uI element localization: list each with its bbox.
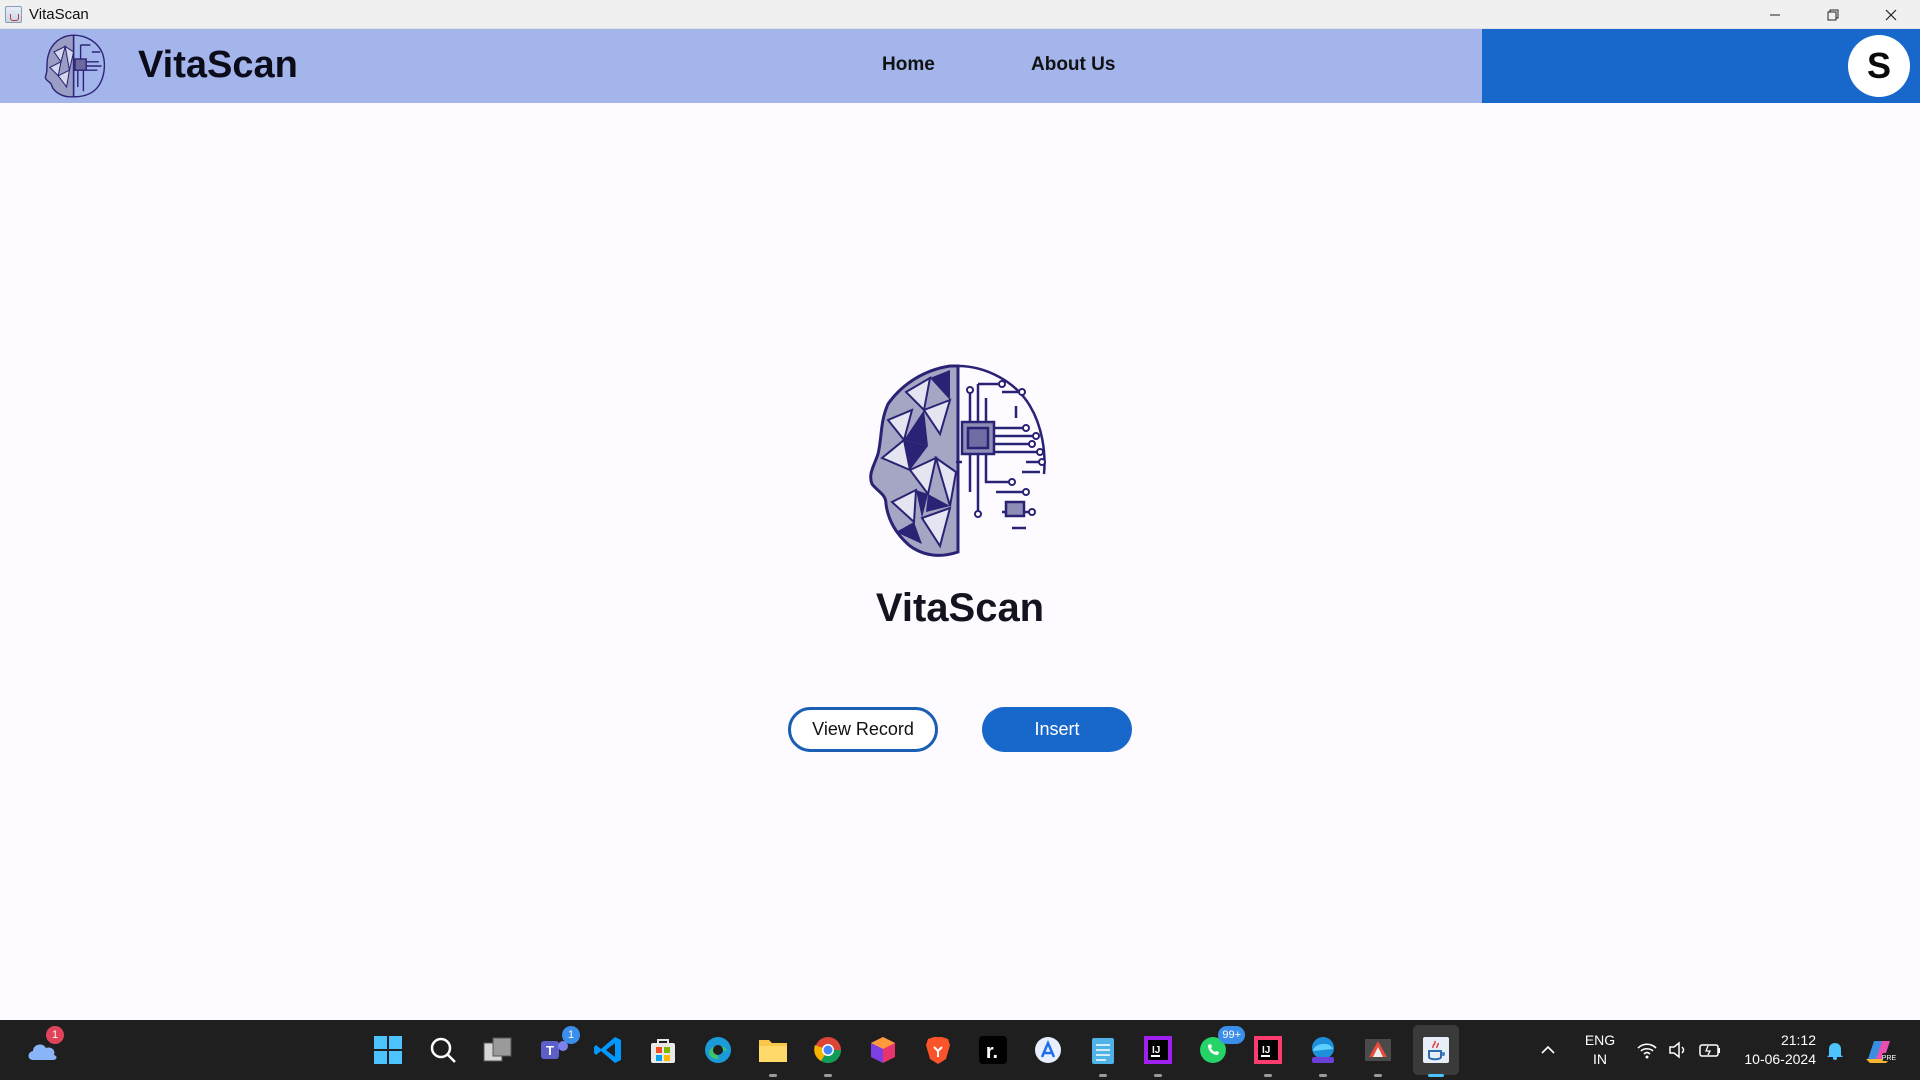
- svg-text:r.: r.: [986, 1041, 998, 1063]
- bell-icon: [1827, 1043, 1843, 1060]
- ide-app-icon[interactable]: [1360, 1032, 1396, 1077]
- volume-icon: [1669, 1041, 1685, 1059]
- show-hidden-icons-button[interactable]: [1540, 1020, 1556, 1080]
- intellij-icon[interactable]: IJ: [1250, 1032, 1286, 1077]
- java-app-icon[interactable]: [1418, 1032, 1454, 1077]
- replit-icon[interactable]: r.: [975, 1032, 1011, 1068]
- store-icon[interactable]: [645, 1032, 681, 1068]
- weather-badge: 1: [46, 1026, 64, 1044]
- wifi-icon: [1637, 1043, 1657, 1059]
- page-title: VitaScan: [875, 586, 1045, 630]
- brain-circuit-logo-icon: [869, 364, 1046, 557]
- teams-badge: 1: [562, 1026, 580, 1044]
- insert-button[interactable]: Insert: [982, 707, 1132, 752]
- clock-time: 21:12: [1780, 1032, 1816, 1048]
- language-region: IN: [1593, 1051, 1607, 1067]
- svg-text:PRE: PRE: [1882, 1055, 1896, 1062]
- copilot-icon[interactable]: PRE: [1862, 1020, 1896, 1080]
- windows-taskbar: 1 T 1 r. IJ 99+ IJ ENG IN 21:12 10-06-20…: [0, 1020, 1920, 1080]
- close-button[interactable]: [1862, 0, 1920, 29]
- brain-logo-icon: [44, 34, 106, 98]
- task-view-icon[interactable]: [480, 1032, 516, 1068]
- whatsapp-icon[interactable]: 99+: [1195, 1026, 1245, 1068]
- brave-icon[interactable]: [920, 1032, 956, 1068]
- nav-home-link[interactable]: Home: [882, 54, 935, 76]
- header-user-area: S: [1482, 29, 1920, 103]
- svg-text:IJ: IJ: [1152, 1045, 1160, 1056]
- notifications-button[interactable]: [1826, 1020, 1844, 1080]
- nav-about-us-link[interactable]: About Us: [1031, 54, 1115, 76]
- view-record-button[interactable]: View Record: [788, 707, 938, 752]
- system-status-icons[interactable]: [1636, 1020, 1722, 1080]
- whatsapp-badge: 99+: [1218, 1026, 1245, 1044]
- app-header: VitaScan Home About Us S: [0, 29, 1920, 103]
- app-store-icon[interactable]: [1030, 1032, 1066, 1068]
- java-app-icon: [5, 5, 22, 23]
- header-nav-area: VitaScan Home About Us: [0, 29, 1482, 103]
- jetbrains-icon[interactable]: IJ: [1140, 1032, 1176, 1077]
- clock[interactable]: 21:12 10-06-2024: [1734, 1020, 1816, 1080]
- svg-text:T: T: [546, 1043, 554, 1058]
- minimize-button[interactable]: [1746, 0, 1804, 29]
- start-icon[interactable]: [370, 1032, 406, 1068]
- weather-widget[interactable]: 1: [24, 1026, 64, 1068]
- language-code: ENG: [1584, 1032, 1616, 1048]
- restore-button[interactable]: [1804, 0, 1862, 29]
- window-controls: [1746, 0, 1920, 29]
- edge-dev-icon[interactable]: [1305, 1032, 1341, 1077]
- teams-icon[interactable]: T 1: [536, 1026, 580, 1068]
- language-indicator[interactable]: ENG IN: [1580, 1020, 1620, 1080]
- notepad-icon[interactable]: [1085, 1032, 1121, 1077]
- window-title: VitaScan: [29, 5, 89, 23]
- vscode-icon[interactable]: [590, 1032, 626, 1068]
- cube-app-icon[interactable]: [865, 1032, 901, 1068]
- battery-icon: [1699, 1044, 1720, 1057]
- brand-name: VitaScan: [138, 44, 298, 86]
- file-explorer-icon[interactable]: [755, 1032, 791, 1077]
- edge-icon[interactable]: [700, 1032, 736, 1068]
- chrome-icon[interactable]: [810, 1032, 846, 1077]
- window-title-bar: VitaScan: [0, 0, 1920, 29]
- search-icon[interactable]: [425, 1032, 461, 1068]
- chevron-up-icon: [1541, 1045, 1555, 1054]
- svg-text:IJ: IJ: [1262, 1045, 1270, 1056]
- clock-date: 10-06-2024: [1744, 1051, 1816, 1067]
- user-avatar[interactable]: S: [1848, 35, 1910, 97]
